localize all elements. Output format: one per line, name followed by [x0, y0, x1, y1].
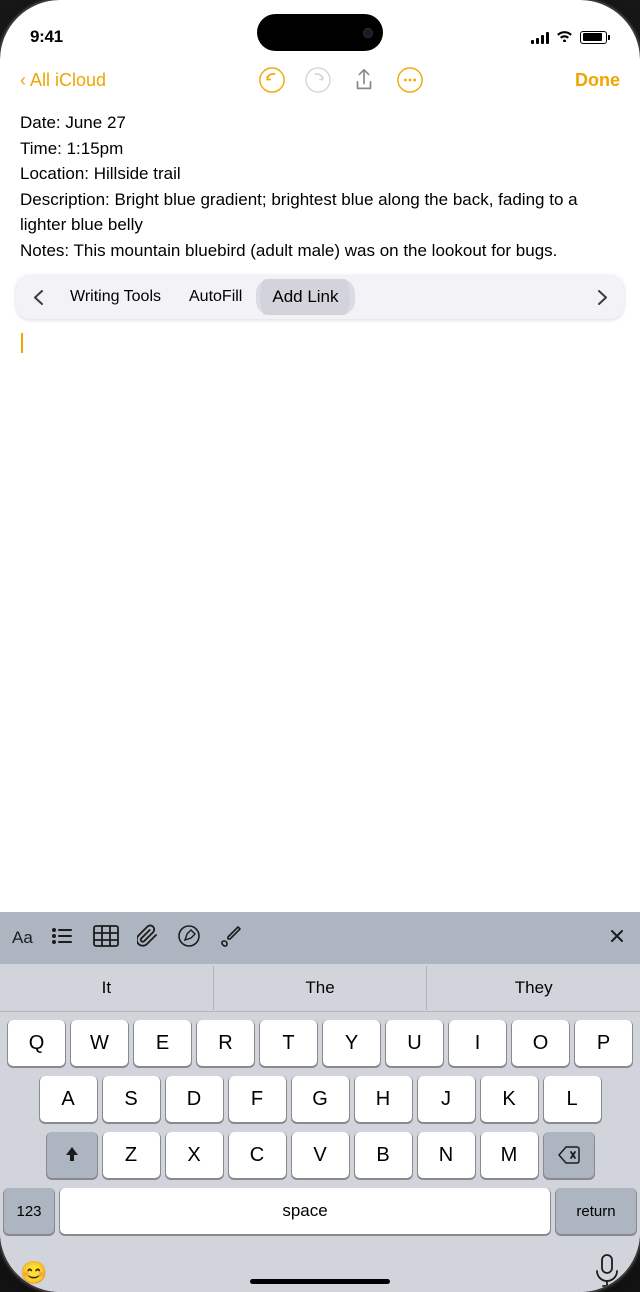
- predictive-item-2[interactable]: They: [427, 966, 640, 1010]
- battery-icon: [580, 31, 610, 44]
- note-text: Date: June 27 Time: 1:15pm Location: Hil…: [20, 110, 620, 263]
- key-N[interactable]: N: [418, 1132, 475, 1178]
- bottom-bar: 😊: [0, 1248, 640, 1292]
- keyboard-brush-icon[interactable]: [219, 924, 243, 953]
- note-line-notes: Notes: This mountain bluebird (adult mal…: [20, 238, 620, 264]
- done-button[interactable]: Done: [575, 70, 620, 91]
- status-time: 9:41: [30, 27, 63, 47]
- back-arrow-icon: ‹: [20, 70, 26, 91]
- phone-frame: 9:41: [0, 0, 640, 1292]
- key-L[interactable]: L: [544, 1076, 601, 1122]
- predictive-item-0[interactable]: It: [0, 966, 214, 1010]
- redo-button[interactable]: [302, 64, 334, 96]
- nav-bar: ‹ All iCloud: [0, 60, 640, 104]
- key-Z[interactable]: Z: [103, 1132, 160, 1178]
- writing-toolbar: Writing Tools AutoFill Add Link: [16, 275, 624, 319]
- wifi-icon: [556, 29, 573, 45]
- key-C[interactable]: C: [229, 1132, 286, 1178]
- keyboard-rows: Q W E R T Y U I O P A S: [0, 1012, 640, 1248]
- share-button[interactable]: [348, 64, 380, 96]
- key-D[interactable]: D: [166, 1076, 223, 1122]
- key-V[interactable]: V: [292, 1132, 349, 1178]
- predictive-bar: It The They: [0, 964, 640, 1012]
- note-line-location: Location: Hillside trail: [20, 161, 620, 187]
- keyboard-markup-icon[interactable]: [177, 924, 201, 953]
- signal-icon: [531, 31, 549, 44]
- toolbar-items: Writing Tools AutoFill Add Link: [56, 279, 584, 315]
- key-F[interactable]: F: [229, 1076, 286, 1122]
- keyboard-area: Aa: [0, 912, 640, 1292]
- num-key[interactable]: 123: [4, 1188, 54, 1234]
- key-A[interactable]: A: [40, 1076, 97, 1122]
- undo-button[interactable]: [256, 64, 288, 96]
- status-icons: [531, 29, 610, 45]
- key-U[interactable]: U: [386, 1020, 443, 1066]
- note-line-time: Time: 1:15pm: [20, 136, 620, 162]
- key-M[interactable]: M: [481, 1132, 538, 1178]
- dynamic-island: [257, 14, 383, 51]
- key-J[interactable]: J: [418, 1076, 475, 1122]
- return-key[interactable]: return: [556, 1188, 636, 1234]
- toolbar-prev-button[interactable]: [20, 277, 56, 317]
- key-Y[interactable]: Y: [323, 1020, 380, 1066]
- keyboard-toolbar: Aa: [0, 912, 640, 964]
- note-line-date: Date: June 27: [20, 110, 620, 136]
- key-W[interactable]: W: [71, 1020, 128, 1066]
- cursor-area: [0, 319, 640, 354]
- add-link-label: Add Link: [256, 279, 354, 315]
- key-X[interactable]: X: [166, 1132, 223, 1178]
- delete-key[interactable]: [544, 1132, 594, 1178]
- key-B[interactable]: B: [355, 1132, 412, 1178]
- toolbar-item-autofill[interactable]: AutoFill: [175, 280, 256, 314]
- nav-back-button[interactable]: ‹ All iCloud: [20, 70, 106, 91]
- key-I[interactable]: I: [449, 1020, 506, 1066]
- back-label: All iCloud: [30, 70, 106, 91]
- key-E[interactable]: E: [134, 1020, 191, 1066]
- home-indicator: [250, 1279, 390, 1284]
- key-Q[interactable]: Q: [8, 1020, 65, 1066]
- key-row-3: Z X C V B N M: [4, 1132, 636, 1178]
- emoji-button[interactable]: 😊: [20, 1260, 47, 1286]
- keyboard-font-button[interactable]: Aa: [12, 928, 33, 948]
- toolbar-next-button[interactable]: [584, 277, 620, 317]
- more-button[interactable]: [394, 64, 426, 96]
- phone-screen: 9:41: [0, 0, 640, 1292]
- shift-key[interactable]: [47, 1132, 97, 1178]
- keyboard-attachment-icon[interactable]: [137, 924, 159, 953]
- keyboard-close-icon[interactable]: [606, 925, 628, 952]
- mic-button[interactable]: [594, 1254, 620, 1292]
- key-G[interactable]: G: [292, 1076, 349, 1122]
- key-O[interactable]: O: [512, 1020, 569, 1066]
- key-T[interactable]: T: [260, 1020, 317, 1066]
- key-P[interactable]: P: [575, 1020, 632, 1066]
- nav-icons: [256, 64, 426, 96]
- text-cursor: [21, 333, 23, 353]
- predictive-item-1[interactable]: The: [214, 966, 428, 1010]
- key-row-1: Q W E R T Y U I O P: [4, 1020, 636, 1066]
- space-key[interactable]: space: [60, 1188, 550, 1234]
- note-line-description: Description: Bright blue gradient; brigh…: [20, 187, 620, 238]
- key-H[interactable]: H: [355, 1076, 412, 1122]
- key-S[interactable]: S: [103, 1076, 160, 1122]
- keyboard-table-icon[interactable]: [93, 925, 119, 952]
- key-K[interactable]: K: [481, 1076, 538, 1122]
- toolbar-item-writing-tools[interactable]: Writing Tools: [56, 280, 175, 314]
- keyboard-list-icon[interactable]: [51, 925, 75, 952]
- key-row-2: A S D F G H J K L: [4, 1076, 636, 1122]
- toolbar-item-add-link[interactable]: Add Link: [256, 279, 354, 315]
- key-row-bottom: 123 space return: [4, 1188, 636, 1234]
- key-R[interactable]: R: [197, 1020, 254, 1066]
